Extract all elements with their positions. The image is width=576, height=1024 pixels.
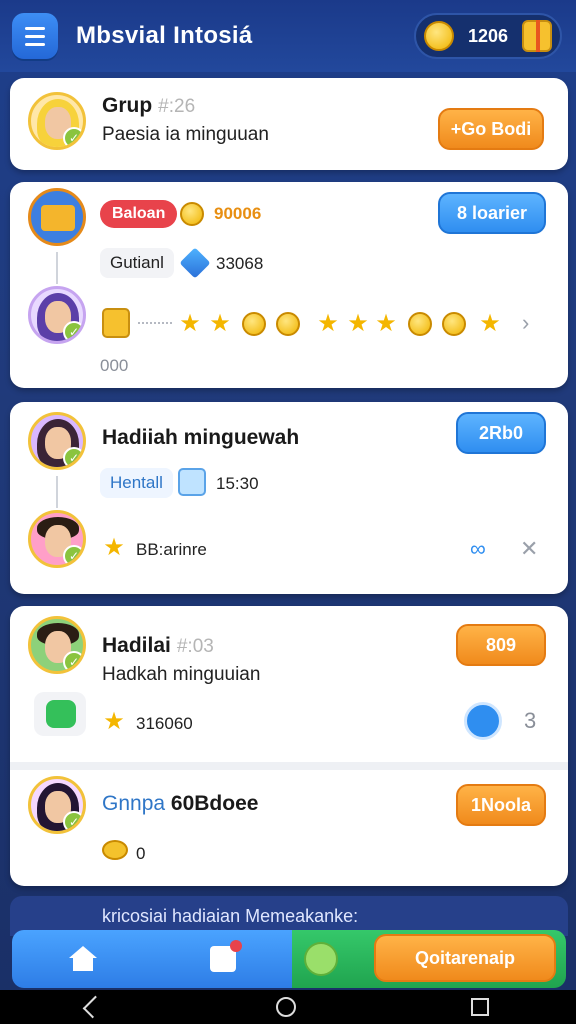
coin-balance[interactable]: 1206 (414, 13, 562, 59)
status-badge: Baloan (100, 200, 178, 228)
card-subtitle: Paesia ia minguuan (102, 124, 269, 145)
gem-icon (179, 247, 211, 279)
star-icon: ★ (317, 310, 339, 337)
dotted-line (138, 322, 172, 324)
action-button[interactable]: 8 loarier (438, 192, 546, 234)
chevron-right-icon[interactable]: › (522, 310, 529, 336)
star-icon: ★ (347, 310, 369, 337)
row-value: 316060 (136, 714, 193, 733)
card-subtitle: Hadkah minguuian (102, 664, 261, 685)
check-icon[interactable] (304, 942, 338, 976)
avatar[interactable] (28, 776, 86, 834)
row-value: 0 (136, 844, 146, 863)
basket-icon[interactable] (28, 188, 86, 246)
close-icon[interactable]: ✕ (520, 536, 538, 562)
card-title: Hadilai #:03 (102, 634, 214, 657)
star-icon: ★ (375, 310, 397, 337)
tag-label: Hentall (100, 468, 173, 498)
coin-icon (276, 312, 300, 336)
image-icon (178, 468, 206, 496)
star-icon: ★ (103, 708, 125, 735)
top-bar: Mbsvial Intosiá 1206 (0, 0, 576, 72)
coin-icon (242, 312, 266, 336)
action-button[interactable]: 1Noola (456, 784, 546, 826)
hadilai-card: Hadilai#:03 Hadkah minguuian 809 ★ 31606… (10, 606, 568, 886)
link-icon[interactable]: ∞ (470, 536, 486, 562)
star-icon: ★ (209, 310, 231, 337)
recents-icon[interactable] (470, 998, 489, 1016)
gift-icon[interactable] (522, 20, 552, 52)
star-icon: ★ (179, 310, 201, 337)
reward-card: Baloan 90006 8 loarier Gutianl 33068 ★ ★… (10, 182, 568, 388)
time-value: 15:30 (216, 474, 259, 493)
avatar[interactable] (28, 510, 86, 568)
bottom-nav: Qoitarenaip (12, 930, 566, 988)
card-title: Grup #:26 (102, 94, 196, 117)
row-label: BB:arinre (136, 540, 207, 559)
avatar[interactable] (28, 286, 86, 344)
back-icon[interactable] (83, 995, 106, 1019)
system-nav-bar (0, 990, 576, 1024)
row-label: 000 (100, 356, 129, 375)
coin-value: 1206 (467, 25, 509, 46)
play-button[interactable]: Qoitarenaip (374, 934, 556, 982)
document-icon[interactable] (464, 702, 502, 740)
card-title: Gnnpa 60Bdoee (102, 792, 259, 815)
menu-icon (25, 26, 45, 30)
avatar[interactable] (28, 412, 86, 470)
coin-icon (408, 312, 432, 336)
action-button[interactable]: 2Rb0 (456, 412, 546, 454)
card-title: Hadiiah minguewah (102, 426, 300, 449)
star-icon: ★ (103, 534, 125, 561)
ticket-icon[interactable] (34, 692, 86, 736)
avatar[interactable] (28, 92, 86, 150)
home-icon[interactable] (68, 946, 98, 972)
coin-icon (180, 202, 204, 226)
count-value: 3 (524, 708, 537, 733)
badge-value: 90006 (214, 204, 262, 223)
puzzle-icon[interactable] (210, 940, 242, 972)
coin-icon (442, 312, 466, 336)
tag-value: 33068 (216, 254, 264, 273)
weekly-reward-card: Hadiiah minguewah 2Rb0 Hentall 15:30 ★ B… (10, 402, 568, 594)
divider (10, 762, 568, 770)
star-icon: ★ (479, 310, 501, 337)
coin-icon (424, 21, 454, 51)
app-title: Mbsvial Intosiá (76, 22, 253, 49)
gift-box-icon (102, 308, 130, 338)
home-circle-icon[interactable] (275, 997, 296, 1017)
group-card: Grup#:26 Paesia ia minguuan +Go Bodi (10, 78, 568, 170)
avatar[interactable] (28, 616, 86, 674)
tag-label: Gutianl (100, 248, 174, 278)
menu-button[interactable] (12, 13, 58, 59)
coin-icon (102, 840, 128, 860)
go-button[interactable]: +Go Bodi (438, 108, 544, 150)
reward-button[interactable]: 809 (456, 624, 546, 666)
